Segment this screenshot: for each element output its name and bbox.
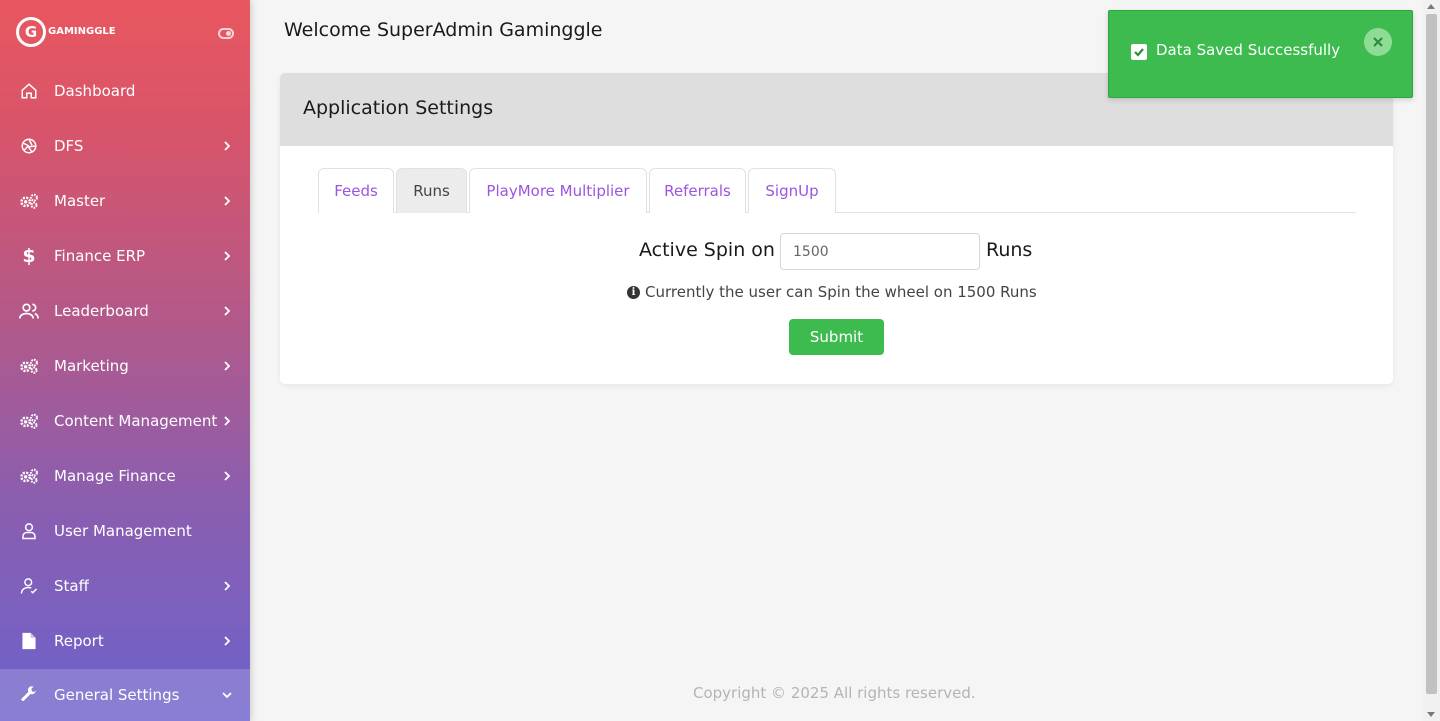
close-icon[interactable] bbox=[1364, 28, 1392, 56]
chevron-right-icon bbox=[220, 304, 234, 318]
spin-info-label: Currently the user can Spin the wheel on… bbox=[645, 283, 1037, 301]
sidebar-item-label: Content Management bbox=[54, 411, 218, 430]
wrench-icon bbox=[19, 685, 39, 705]
sidebar-item-manage-finance[interactable]: Manage Finance bbox=[0, 448, 250, 503]
sidebar-item-label: Manage Finance bbox=[54, 466, 176, 485]
chevron-right-icon bbox=[220, 249, 234, 263]
users-icon bbox=[19, 301, 39, 321]
sidebar-item-label: Master bbox=[54, 191, 106, 210]
sidebar-item-master[interactable]: Master bbox=[0, 173, 250, 228]
chevron-right-icon bbox=[220, 469, 234, 483]
active-spin-label: Active Spin on bbox=[639, 239, 775, 261]
sidebar-item-dashboard[interactable]: Dashboard bbox=[0, 63, 250, 118]
logo-icon: G bbox=[16, 17, 46, 47]
tab-signup[interactable]: SignUp bbox=[748, 168, 836, 213]
chevron-right-icon bbox=[220, 414, 234, 428]
logo-text: GAMINGGLE bbox=[48, 26, 116, 37]
sidebar-item-label: Report bbox=[54, 631, 104, 650]
chevron-right-icon bbox=[220, 359, 234, 373]
tab-feeds[interactable]: Feeds bbox=[318, 168, 394, 213]
user-icon bbox=[19, 521, 39, 541]
welcome-heading: Welcome SuperAdmin Gaminggle bbox=[284, 19, 603, 41]
spin-info-text: i Currently the user can Spin the wheel … bbox=[627, 283, 1037, 301]
scroll-thumb[interactable] bbox=[1426, 14, 1437, 694]
sidebar-item-leaderboard[interactable]: Leaderboard bbox=[0, 283, 250, 338]
settings-tabs: Feeds Runs PlayMore Multiplier Referrals… bbox=[318, 168, 1356, 213]
sidebar-item-label: Staff bbox=[54, 576, 89, 595]
footer-copyright: Copyright © 2025 All rights reserved. bbox=[693, 684, 976, 702]
submit-button[interactable]: Submit bbox=[789, 319, 884, 355]
tab-runs[interactable]: Runs bbox=[396, 168, 467, 213]
chevron-right-icon bbox=[220, 634, 234, 648]
sidebar-item-dfs[interactable]: DFS bbox=[0, 118, 250, 173]
page-title: Application Settings bbox=[303, 97, 494, 119]
sidebar-item-staff[interactable]: Staff bbox=[0, 558, 250, 613]
toast-message: Data Saved Successfully bbox=[1156, 41, 1341, 59]
aperture-icon bbox=[19, 136, 39, 156]
gears-icon bbox=[19, 466, 39, 486]
chevron-right-icon bbox=[220, 139, 234, 153]
sidebar-item-general-settings[interactable]: General Settings bbox=[0, 669, 250, 721]
sidebar-item-report[interactable]: Report bbox=[0, 613, 250, 668]
gears-icon bbox=[19, 191, 39, 211]
sidebar-item-label: Dashboard bbox=[54, 81, 136, 100]
success-toast: Data Saved Successfully bbox=[1108, 10, 1413, 98]
page-scrollbar[interactable] bbox=[1423, 0, 1440, 721]
sidebar-item-label: Finance ERP bbox=[54, 246, 146, 265]
active-spin-row: Active Spin on Runs bbox=[280, 233, 1393, 271]
sidebar-item-label: Marketing bbox=[54, 356, 129, 375]
active-spin-input[interactable] bbox=[780, 233, 980, 270]
scroll-down-arrow-icon[interactable] bbox=[1427, 712, 1435, 717]
dollar-icon: $ bbox=[22, 244, 36, 267]
sidebar-item-label: DFS bbox=[54, 136, 84, 155]
chevron-right-icon bbox=[220, 579, 234, 593]
runs-unit-label: Runs bbox=[986, 239, 1033, 261]
sidebar-item-label: User Management bbox=[54, 521, 192, 540]
brand-logo[interactable]: G GAMINGGLE bbox=[0, 0, 250, 63]
sidebar-toggle-icon[interactable] bbox=[218, 28, 234, 39]
sidebar-item-user-management[interactable]: User Management bbox=[0, 503, 250, 558]
staff-icon bbox=[19, 576, 39, 596]
info-icon: i bbox=[627, 285, 640, 299]
home-icon bbox=[19, 81, 39, 101]
scroll-up-arrow-icon[interactable] bbox=[1427, 4, 1435, 9]
sidebar-item-label: Leaderboard bbox=[54, 301, 149, 320]
sidebar: G GAMINGGLE Dashboard DFS Master $ Finan… bbox=[0, 0, 250, 721]
gears-icon bbox=[19, 356, 39, 376]
sidebar-item-label: General Settings bbox=[54, 686, 180, 704]
tab-playmore-multiplier[interactable]: PlayMore Multiplier bbox=[469, 168, 647, 213]
chevron-right-icon bbox=[220, 194, 234, 208]
file-icon bbox=[19, 631, 39, 651]
settings-card: Application Settings Feeds Runs PlayMore… bbox=[280, 73, 1393, 384]
checkbox-check-icon bbox=[1131, 44, 1147, 60]
sidebar-item-finance-erp[interactable]: $ Finance ERP bbox=[0, 228, 250, 283]
chevron-down-icon bbox=[220, 688, 234, 702]
sidebar-item-marketing[interactable]: Marketing bbox=[0, 338, 250, 393]
sidebar-item-content-management[interactable]: Content Management bbox=[0, 393, 250, 448]
tab-referrals[interactable]: Referrals bbox=[649, 168, 746, 213]
gears-icon bbox=[19, 411, 39, 431]
